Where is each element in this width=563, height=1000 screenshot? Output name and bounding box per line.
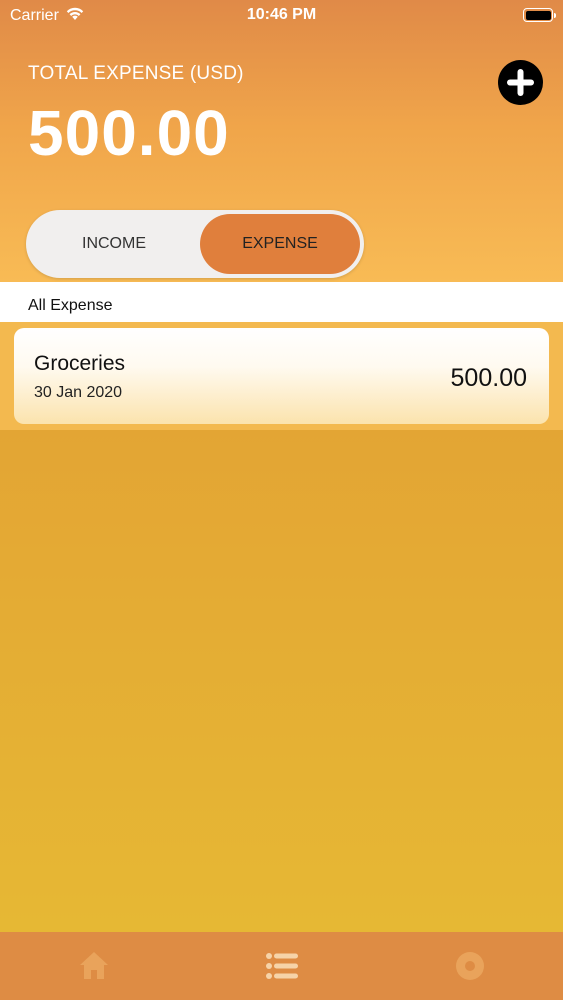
- item-date: 30 Jan 2020: [34, 384, 123, 401]
- tab-bar: [0, 932, 563, 1000]
- item-title: Groceries: [34, 352, 126, 375]
- segment-income[interactable]: INCOME: [30, 214, 198, 274]
- main-background: [0, 430, 563, 932]
- expense-list: Groceries 30 Jan 2020 500.00: [0, 322, 563, 430]
- item-amount: 500.00: [450, 364, 527, 392]
- section-header: All Expense: [0, 282, 563, 322]
- list-icon: [266, 953, 298, 979]
- add-expense-button[interactable]: [498, 60, 543, 105]
- segment-expense[interactable]: EXPENSE: [200, 214, 360, 274]
- gear-icon: [456, 952, 484, 980]
- tab-home[interactable]: [74, 946, 114, 986]
- battery-icon: [523, 8, 556, 22]
- status-time: 10:46 PM: [246, 6, 317, 23]
- home-icon: [80, 952, 108, 979]
- tab-list[interactable]: [262, 946, 302, 986]
- income-expense-segment: INCOME EXPENSE: [26, 210, 364, 278]
- section-title: All Expense: [28, 297, 113, 314]
- status-bar: Carrier 10:46 PM: [0, 0, 563, 30]
- list-item[interactable]: Groceries 30 Jan 2020 500.00: [14, 328, 549, 424]
- plus-circle-icon: [507, 69, 534, 96]
- total-expense-value: 500.00: [28, 97, 230, 169]
- tab-settings[interactable]: [450, 946, 490, 986]
- total-expense-label: TOTAL EXPENSE (USD): [28, 63, 244, 84]
